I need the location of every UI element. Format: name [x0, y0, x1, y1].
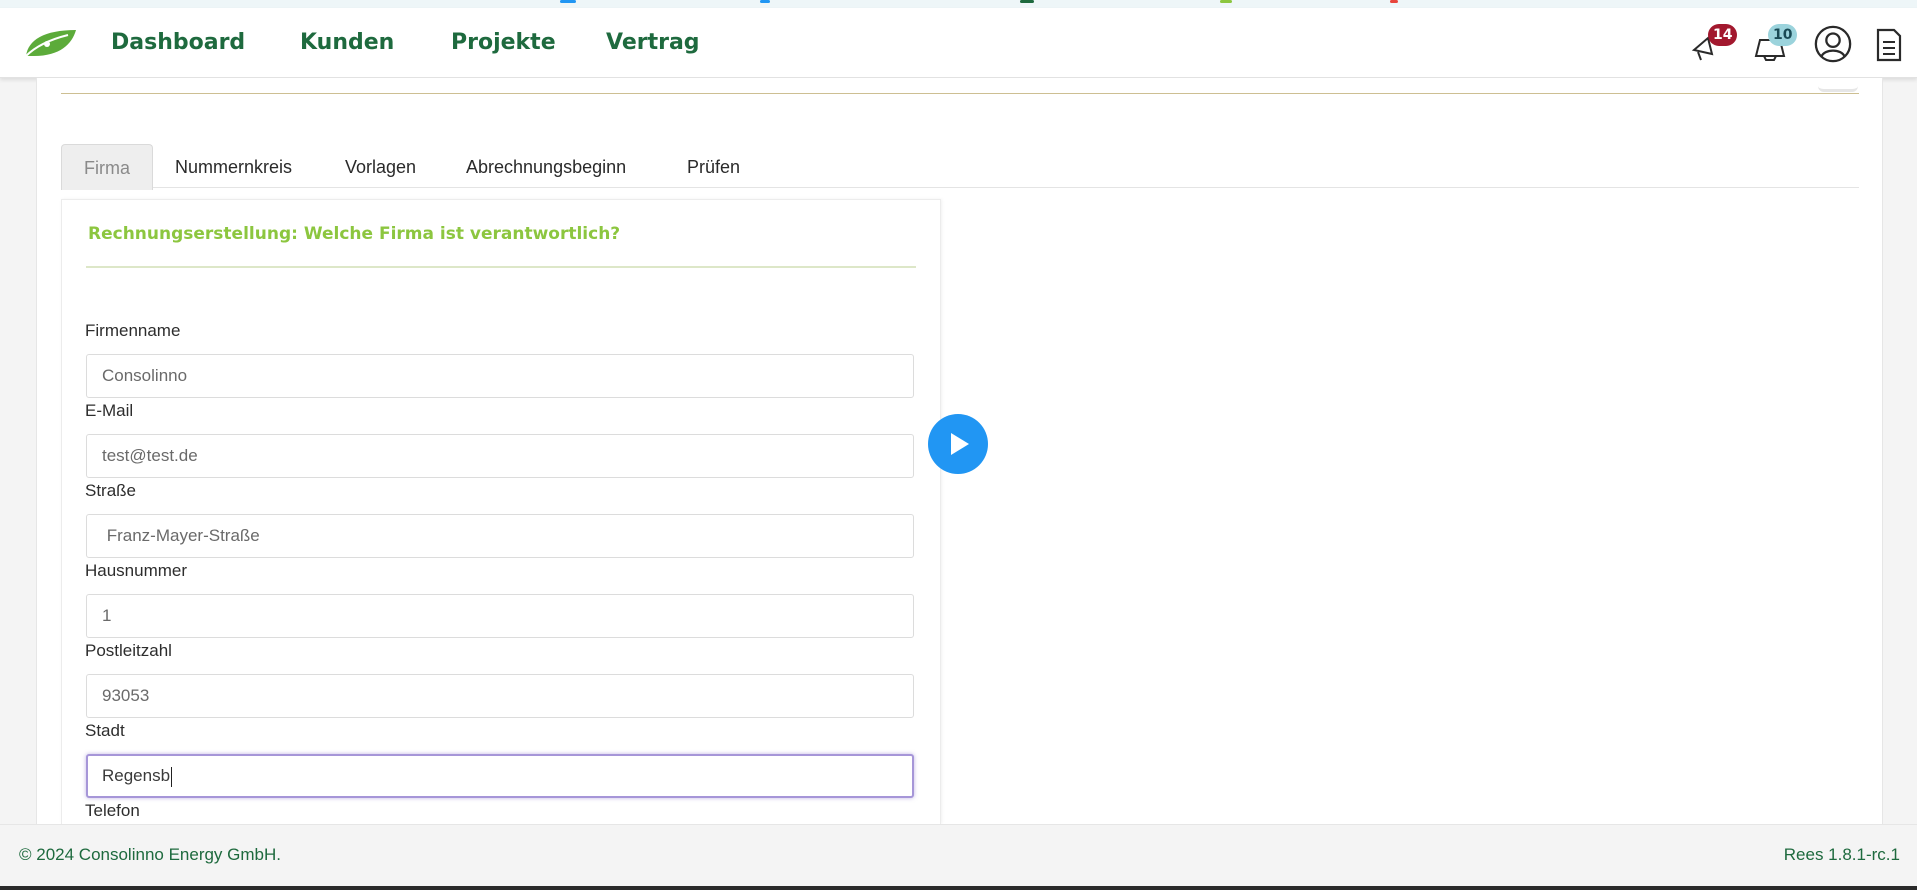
leaf-logo[interactable] [22, 26, 78, 60]
tab-pruefen[interactable]: Prüfen [687, 144, 740, 190]
label-strasse: Straße [85, 481, 137, 500]
nav-projekte[interactable]: Projekte [451, 30, 556, 55]
label-stadt: Stadt [85, 721, 125, 740]
tab-bar: Firma Nummernkreis Vorlagen Abrechnungsb… [61, 144, 1859, 190]
label-hausnummer: Hausnummer [85, 561, 188, 580]
play-button[interactable] [928, 414, 988, 474]
top-navbar: Dashboard Kunden Projekte Vertrag 14 10 [0, 8, 1917, 78]
tab-firma[interactable]: Firma [61, 144, 153, 190]
email-input[interactable]: test@test.de [86, 434, 914, 478]
title-underline [86, 266, 916, 268]
tab-nummernkreis[interactable]: Nummernkreis [175, 144, 292, 190]
stadt-input[interactable]: Regensb [86, 754, 914, 798]
footer-version: Rees 1.8.1-rc.1 [1783, 845, 1900, 864]
play-icon [951, 433, 969, 455]
label-email: E-Mail [85, 401, 134, 420]
user-icon[interactable] [1812, 24, 1854, 64]
footer: © 2024 Consolinno Energy GmbH. Rees 1.8.… [0, 824, 1917, 886]
tab-vorlagen[interactable]: Vorlagen [345, 144, 416, 190]
stadt-input-value: Regensb [102, 766, 171, 785]
company-form-panel: Rechnungserstellung: Welche Firma ist ve… [61, 199, 941, 824]
document-icon[interactable] [1874, 24, 1904, 64]
tab-abrechnungsbeginn[interactable]: Abrechnungsbeginn [466, 144, 626, 190]
bottom-edge [0, 886, 1917, 890]
nav-dashboard[interactable]: Dashboard [111, 30, 245, 55]
hausnummer-input[interactable]: 1 [86, 594, 914, 638]
messages-button[interactable]: 10 [1752, 24, 1802, 64]
footer-copyright: © 2024 Consolinno Energy GmbH. [19, 845, 281, 864]
label-telefon: Telefon [85, 801, 140, 820]
firmenname-input[interactable]: Consolinno [86, 354, 914, 398]
strasse-input[interactable]: Franz-Mayer-Straße [86, 514, 914, 558]
section-divider [61, 93, 1859, 94]
notifications-button[interactable]: 14 [1690, 24, 1740, 64]
text-caret [171, 766, 173, 787]
messages-badge: 10 [1768, 24, 1798, 46]
scroll-nub [1818, 80, 1858, 92]
nav-vertrag[interactable]: Vertrag [606, 30, 700, 55]
label-firmenname: Firmenname [85, 321, 181, 340]
nav-kunden[interactable]: Kunden [300, 30, 394, 55]
postleitzahl-input[interactable]: 93053 [86, 674, 914, 718]
notifications-badge: 14 [1708, 24, 1738, 46]
label-postleitzahl: Postleitzahl [85, 641, 172, 660]
top-color-strip [0, 0, 1917, 8]
form-title: Rechnungserstellung: Welche Firma ist ve… [88, 224, 621, 244]
